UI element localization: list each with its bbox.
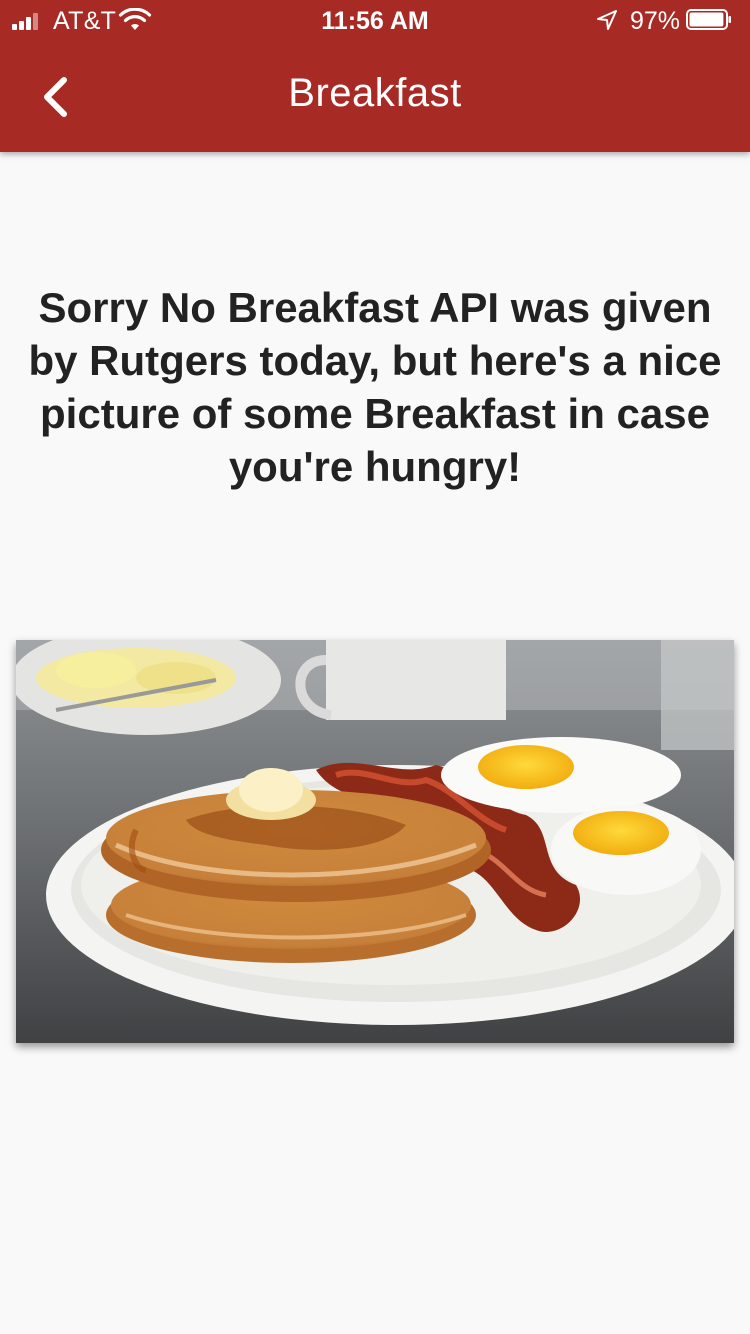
nav-bar: AT&T 11:56 AM 97% Breakfast	[0, 0, 750, 152]
battery-percent: 97%	[630, 7, 681, 35]
battery-icon	[686, 9, 731, 30]
location-arrow-icon	[597, 10, 617, 30]
breakfast-photo	[16, 640, 734, 1043]
page-title: Breakfast	[288, 71, 462, 115]
no-menu-message: Sorry No Breakfast API was given by Rutg…	[28, 284, 722, 490]
status-bar: AT&T 11:56 AM 97%	[0, 0, 750, 40]
